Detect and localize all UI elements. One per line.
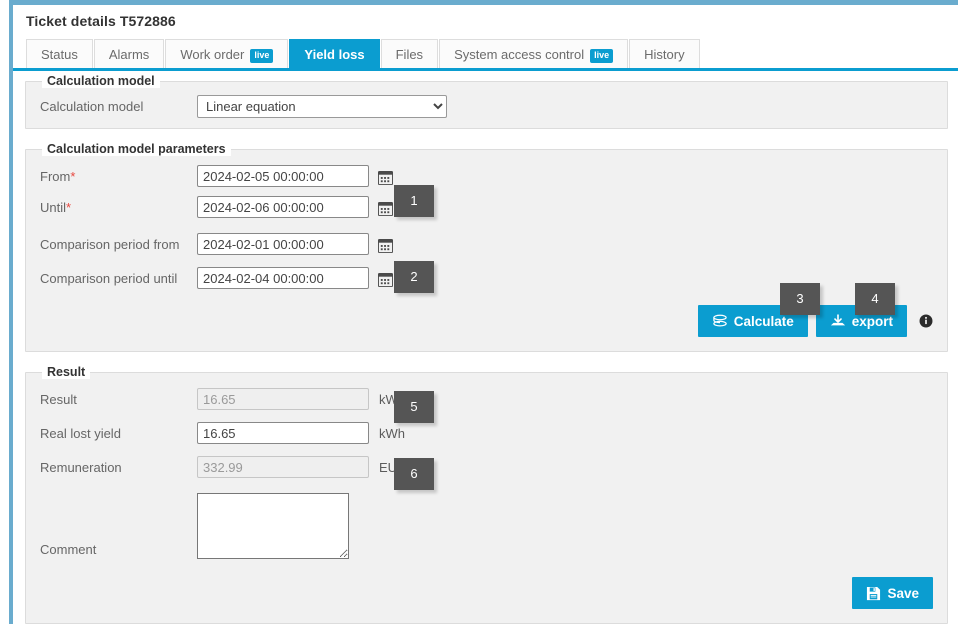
from-row: From* — [40, 165, 933, 187]
calendar-icon[interactable] — [378, 170, 393, 185]
comparison-until-input[interactable] — [197, 267, 369, 289]
annotation-badge-2: 2 — [394, 261, 434, 293]
page-title: Ticket details T572886 — [13, 5, 958, 29]
comment-label: Comment — [40, 542, 197, 559]
floppy-disk-icon — [866, 586, 881, 601]
calculate-label: Calculate — [734, 314, 794, 329]
tab-label: Files — [396, 47, 423, 62]
live-badge: live — [250, 49, 273, 63]
calculation-model-panel: Calculation model Calculation model Line… — [25, 81, 948, 129]
calendar-icon[interactable] — [378, 272, 393, 287]
annotation-badge-3: 3 — [780, 283, 820, 315]
calendar-icon[interactable] — [378, 201, 393, 216]
calculator-icon — [712, 314, 728, 328]
save-button[interactable]: Save — [852, 577, 933, 609]
annotation-badge-4: 4 — [855, 283, 895, 315]
comment-textarea[interactable] — [197, 493, 349, 559]
until-input[interactable] — [197, 196, 369, 218]
save-label: Save — [887, 586, 919, 601]
remuneration-input — [197, 456, 369, 478]
calculation-parameters-legend: Calculation model parameters — [42, 142, 231, 156]
tab-label: Work order — [180, 47, 244, 62]
from-input[interactable] — [197, 165, 369, 187]
from-label: From* — [40, 169, 197, 184]
calculation-model-select[interactable]: Linear equation — [197, 95, 447, 118]
tab-label: Yield loss — [304, 47, 364, 62]
result-panel: Result Result kWh Real lost yield kWh Re… — [25, 372, 948, 624]
tab-label: Status — [41, 47, 78, 62]
tab-system-access-control[interactable]: System access control live — [439, 39, 628, 68]
tab-label: Alarms — [109, 47, 149, 62]
info-icon[interactable] — [919, 314, 933, 328]
export-label: export — [852, 314, 893, 329]
real-lost-yield-input[interactable] — [197, 422, 369, 444]
tab-alarms[interactable]: Alarms — [94, 39, 164, 68]
calculation-parameters-panel: Calculation model parameters From* Until… — [25, 149, 948, 352]
until-row: Until* — [40, 196, 933, 218]
comment-row: Comment — [40, 487, 933, 559]
tab-history[interactable]: History — [629, 39, 699, 68]
comparison-from-input[interactable] — [197, 233, 369, 255]
real-lost-yield-unit: kWh — [379, 426, 405, 441]
comparison-from-label: Comparison period from — [40, 237, 197, 252]
result-legend: Result — [42, 365, 90, 379]
required-marker: * — [70, 169, 75, 184]
tab-label: System access control — [454, 47, 584, 62]
tab-status[interactable]: Status — [26, 39, 93, 68]
result-label: Result — [40, 392, 197, 407]
real-lost-yield-row: Real lost yield kWh — [40, 422, 933, 444]
download-export-icon — [830, 314, 846, 329]
until-label: Until* — [40, 200, 197, 215]
remuneration-label: Remuneration — [40, 460, 197, 475]
annotation-badge-5: 5 — [394, 391, 434, 423]
tab-files[interactable]: Files — [381, 39, 438, 68]
annotation-badge-1: 1 — [394, 185, 434, 217]
result-row: Result kWh — [40, 388, 933, 410]
tab-yield-loss[interactable]: Yield loss — [289, 39, 379, 68]
comparison-until-label: Comparison period until — [40, 271, 197, 286]
calendar-icon[interactable] — [378, 238, 393, 253]
annotation-badge-6: 6 — [394, 458, 434, 490]
remuneration-row: Remuneration EUR — [40, 456, 933, 478]
tab-label: History — [644, 47, 684, 62]
save-row: Save — [40, 577, 933, 609]
tab-work-order[interactable]: Work order live — [165, 39, 288, 68]
calculation-model-row: Calculation model Linear equation — [40, 95, 933, 117]
result-input — [197, 388, 369, 410]
comparison-from-row: Comparison period from — [40, 233, 933, 255]
ticket-details-page: Ticket details T572886 Status Alarms Wor… — [0, 0, 958, 624]
live-badge: live — [590, 49, 613, 63]
calculation-model-legend: Calculation model — [42, 74, 160, 88]
calculation-model-label: Calculation model — [40, 99, 197, 114]
required-marker: * — [66, 200, 71, 215]
tab-bar: Status Alarms Work orderlive Yield loss … — [13, 39, 958, 71]
real-lost-yield-label: Real lost yield — [40, 426, 197, 441]
